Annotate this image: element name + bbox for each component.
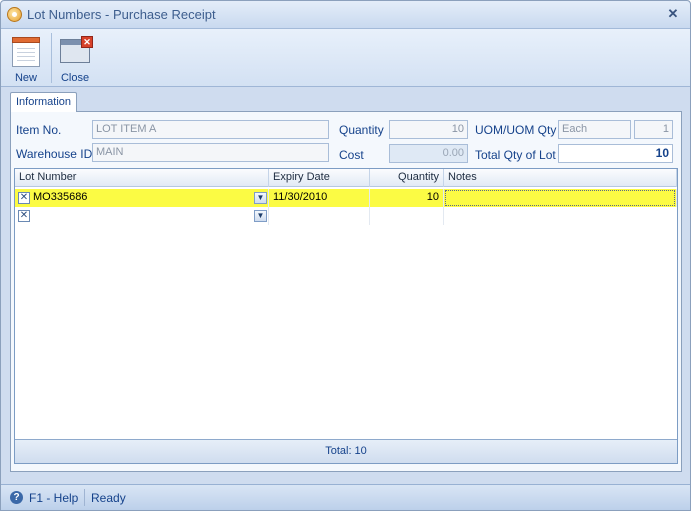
close-button-label: Close (60, 72, 90, 84)
lot-grid: Lot Number Expiry Date Quantity Notes ✕ … (14, 168, 678, 464)
toolbar-separator (51, 33, 52, 83)
column-quantity[interactable]: Quantity (370, 169, 444, 187)
grid-header: Lot Number Expiry Date Quantity Notes (15, 169, 677, 187)
total-qty-lot-field: 10 (558, 144, 673, 163)
status-bar: ? F1 - Help Ready (1, 484, 690, 510)
notes-cell-focus (445, 190, 675, 206)
expiry-date-cell[interactable]: 11/30/2010 (269, 189, 370, 207)
new-document-icon (12, 37, 40, 67)
quantity-label: Quantity (339, 123, 384, 137)
quantity-field[interactable]: 10 (389, 120, 468, 139)
cost-label: Cost (339, 148, 364, 162)
information-panel: Item No. LOT ITEM A Warehouse ID MAIN Qu… (10, 111, 682, 472)
tab-information[interactable]: Information (10, 92, 78, 112)
uom-qty-field[interactable]: 1 (634, 120, 673, 139)
app-icon (7, 7, 22, 22)
new-quantity-cell[interactable] (370, 207, 444, 225)
table-row[interactable]: ✕ MO335686 ▼ 11/30/2010 10 (15, 189, 677, 207)
toolbar: New ✕ Close (1, 29, 690, 87)
column-lot-number[interactable]: Lot Number (15, 169, 269, 187)
warehouse-id-label: Warehouse ID (16, 147, 93, 161)
window-title: Lot Numbers - Purchase Receipt (27, 7, 216, 22)
chevron-down-icon[interactable]: ▼ (254, 192, 267, 204)
lot-numbers-window: Lot Numbers - Purchase Receipt ✕ New ✕ C… (0, 0, 691, 511)
close-button[interactable]: ✕ Close (55, 33, 95, 85)
new-button-label: New (14, 72, 37, 84)
new-button[interactable]: New (6, 33, 46, 85)
cost-field[interactable]: 0.00 (389, 144, 468, 163)
status-text: Ready (91, 491, 126, 505)
total-qty-lot-label: Total Qty of Lot (475, 148, 556, 162)
new-expiry-date-cell[interactable] (269, 207, 370, 225)
item-no-label: Item No. (16, 123, 62, 137)
new-notes-cell[interactable] (444, 207, 677, 225)
close-window-button-icon: ✕ (60, 36, 93, 63)
column-notes[interactable]: Notes (444, 169, 677, 187)
column-expiry-date[interactable]: Expiry Date (269, 169, 370, 187)
title-bar: Lot Numbers - Purchase Receipt ✕ (1, 1, 690, 29)
help-icon[interactable]: ? (10, 491, 23, 504)
help-text[interactable]: F1 - Help (29, 491, 78, 505)
grid-footer-total: Total: 10 (15, 439, 677, 463)
quantity-cell[interactable]: 10 (370, 189, 444, 207)
status-separator (84, 489, 85, 506)
item-no-field[interactable]: LOT ITEM A (92, 120, 329, 139)
lot-number-cell[interactable]: MO335686 (29, 189, 269, 207)
chevron-down-icon[interactable]: ▼ (254, 210, 267, 222)
new-lot-number-cell[interactable] (29, 207, 269, 225)
close-window-icon[interactable]: ✕ (664, 5, 682, 23)
uom-label: UOM/UOM Qty (475, 123, 557, 137)
new-row[interactable]: ✕ ▼ (15, 207, 677, 225)
warehouse-id-field[interactable]: MAIN (92, 143, 329, 162)
uom-field[interactable]: Each (558, 120, 631, 139)
